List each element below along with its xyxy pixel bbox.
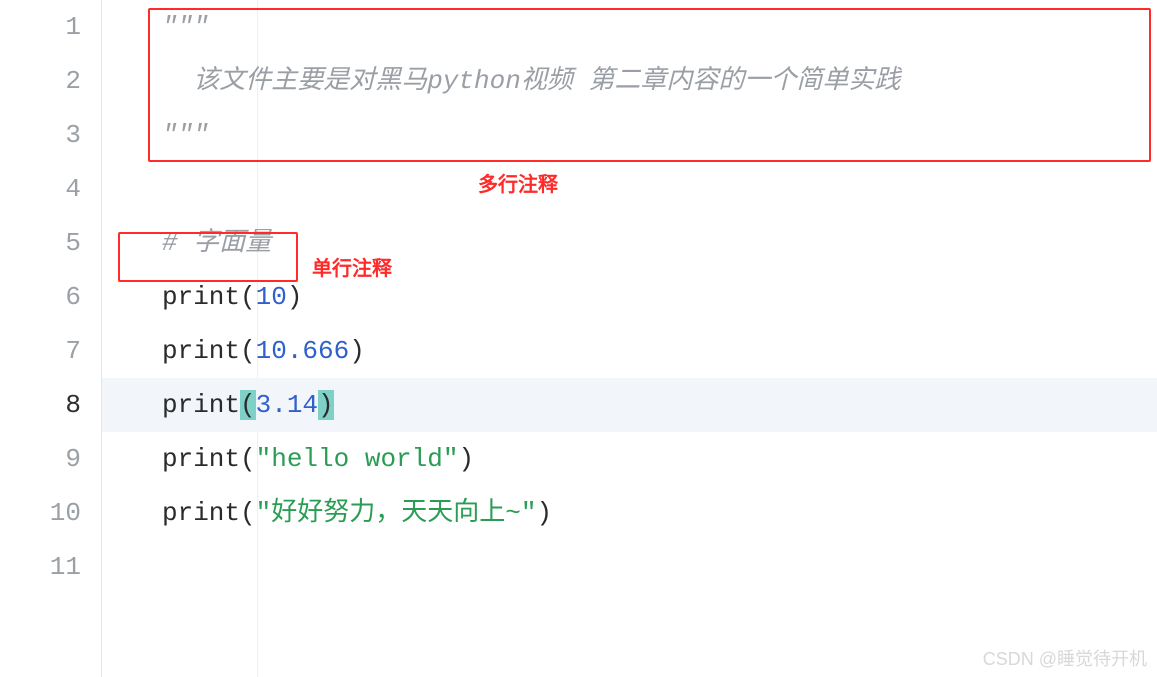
line-number: 5 <box>0 216 81 270</box>
number-literal: 3.14 <box>256 390 318 420</box>
line-number: 6 <box>0 270 81 324</box>
comment-hash: # <box>162 228 193 258</box>
line-number-current: 8 <box>0 378 81 432</box>
string-literal: "hello world" <box>256 444 459 474</box>
comment-text: 字面量 <box>193 228 271 258</box>
paren-close: ) <box>536 498 552 528</box>
paren-open: ( <box>240 282 256 312</box>
fn-print: print <box>162 390 240 420</box>
paren-open-matched: ( <box>240 390 256 420</box>
code-line[interactable]: """ <box>102 108 1157 162</box>
code-line-empty[interactable] <box>102 162 1157 216</box>
line-number: 4 <box>0 162 81 216</box>
code-content-area[interactable]: """ 该文件主要是对黑马python视频 第二章内容的一个简单实践 """ #… <box>102 0 1157 677</box>
paren-close: ) <box>287 282 303 312</box>
code-line[interactable]: print("hello world") <box>102 432 1157 486</box>
docstring-text: 该文件主要是对黑马python视频 第二章内容的一个简单实践 <box>162 66 900 96</box>
code-line[interactable]: 该文件主要是对黑马python视频 第二章内容的一个简单实践 <box>102 54 1157 108</box>
line-number: 1 <box>0 0 81 54</box>
fn-print: print <box>162 336 240 366</box>
fn-print: print <box>162 444 240 474</box>
paren-close-matched: ) <box>318 390 334 420</box>
paren-close: ) <box>349 336 365 366</box>
code-line[interactable]: # 字面量 <box>102 216 1157 270</box>
code-line-current[interactable]: print(3.14) <box>102 378 1157 432</box>
code-line[interactable]: print(10) <box>102 270 1157 324</box>
line-number: 11 <box>0 540 81 594</box>
number-literal: 10 <box>256 282 287 312</box>
line-number: 2 <box>0 54 81 108</box>
line-number: 3 <box>0 108 81 162</box>
string-literal: "好好努力，天天向上~" <box>256 498 537 528</box>
paren-close: ) <box>458 444 474 474</box>
number-literal: 10.666 <box>256 336 350 366</box>
line-number-gutter: 1 2 3 4 5 6 7 8 9 10 11 <box>0 0 102 677</box>
paren-open: ( <box>240 336 256 366</box>
fn-print: print <box>162 282 240 312</box>
code-line[interactable]: print("好好努力，天天向上~") <box>102 486 1157 540</box>
code-line[interactable]: print(10.666) <box>102 324 1157 378</box>
line-number: 10 <box>0 486 81 540</box>
docstring-quote: """ <box>162 12 209 42</box>
paren-open: ( <box>240 498 256 528</box>
fn-print: print <box>162 498 240 528</box>
paren-open: ( <box>240 444 256 474</box>
code-line[interactable]: """ <box>102 0 1157 54</box>
code-editor[interactable]: 1 2 3 4 5 6 7 8 9 10 11 """ 该文件主要是对黑马pyt… <box>0 0 1157 677</box>
line-number: 7 <box>0 324 81 378</box>
line-number: 9 <box>0 432 81 486</box>
docstring-quote: """ <box>162 120 209 150</box>
code-line-empty[interactable] <box>102 540 1157 594</box>
